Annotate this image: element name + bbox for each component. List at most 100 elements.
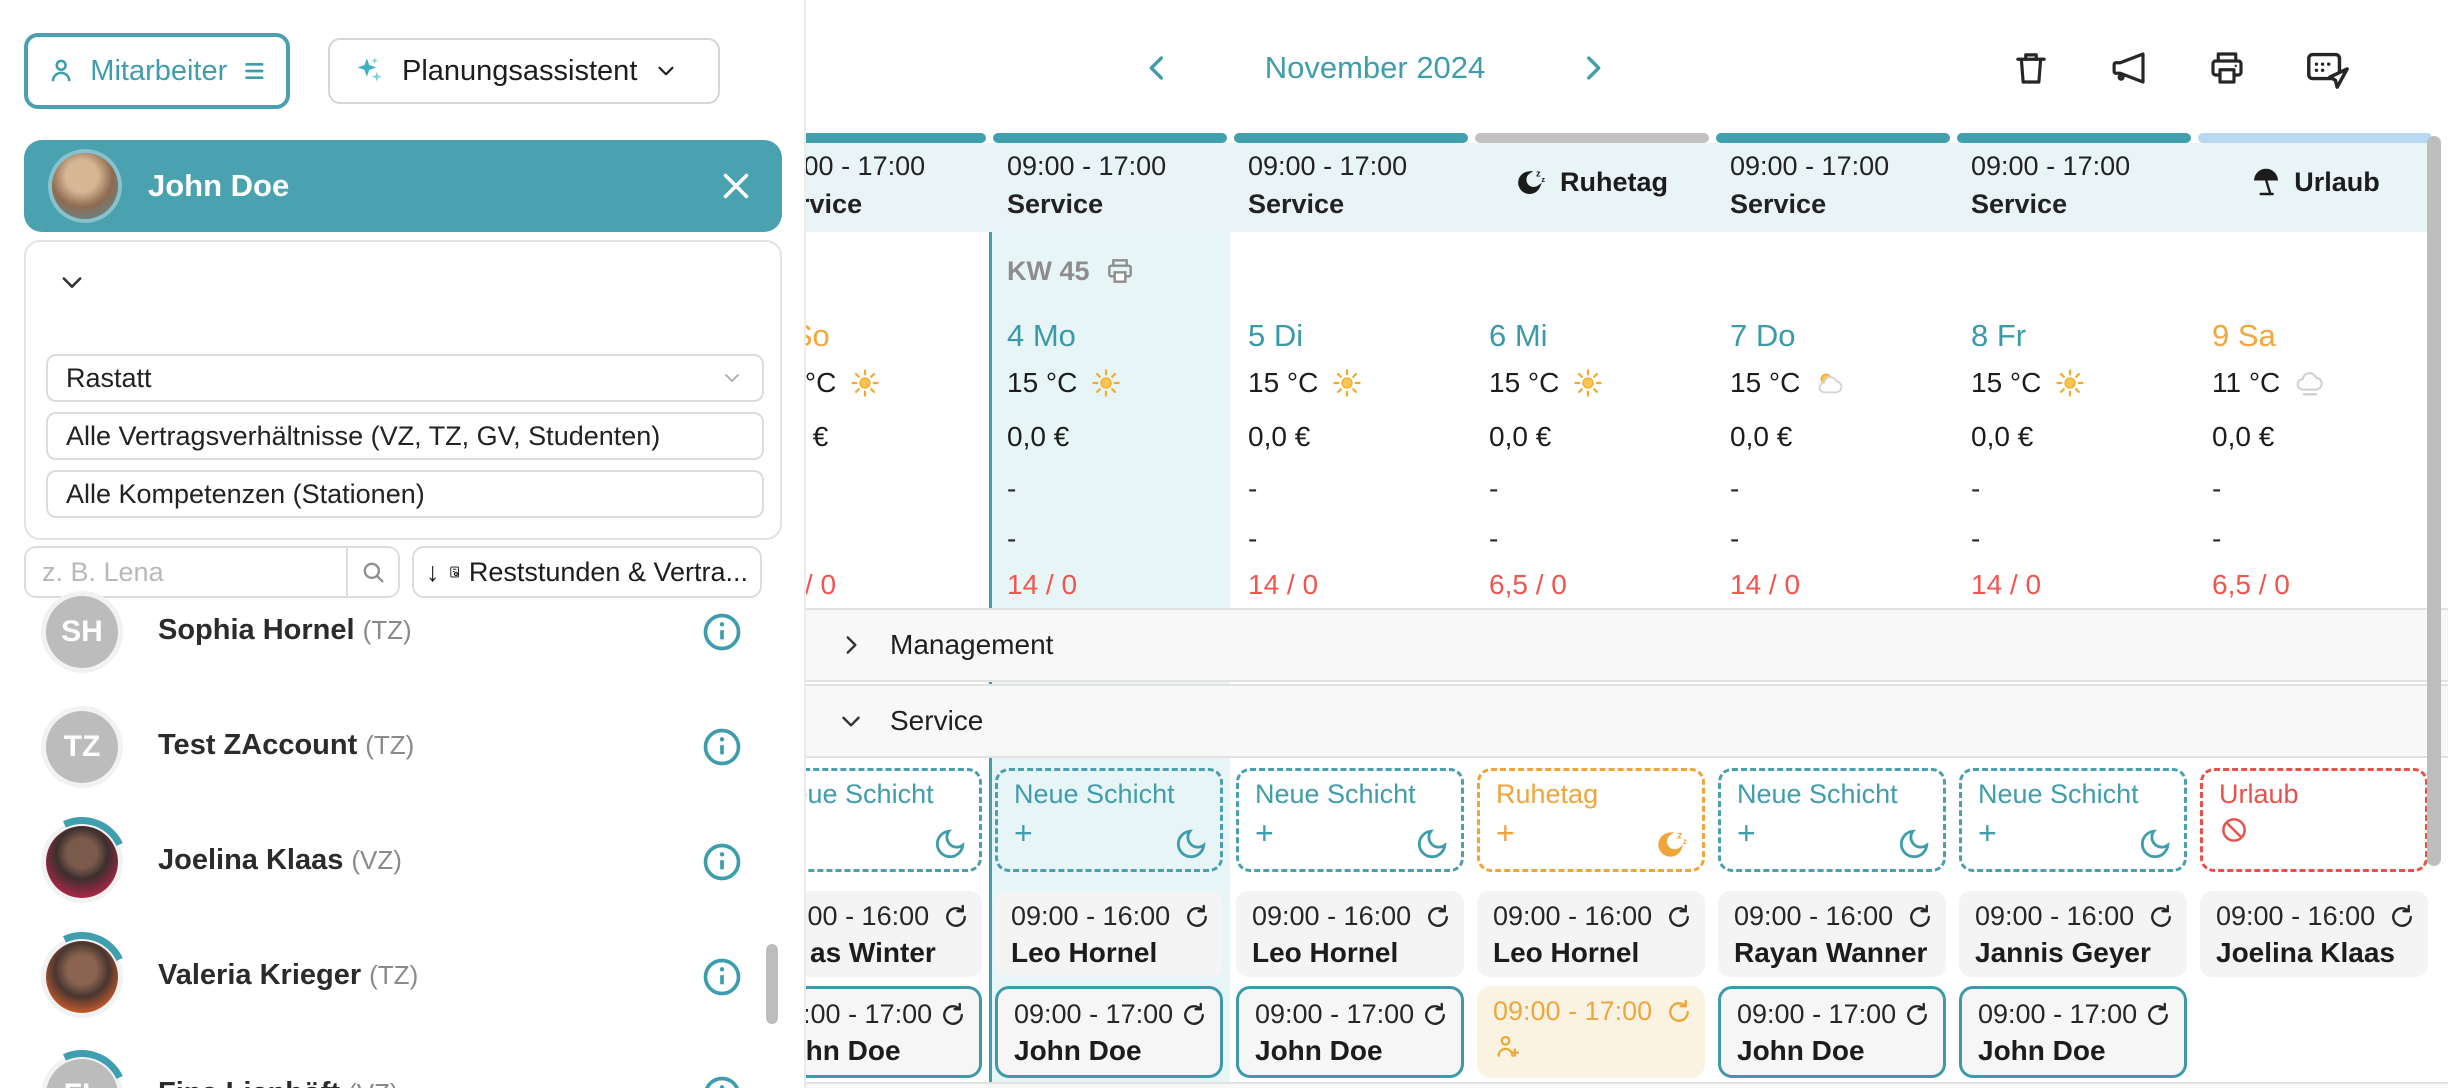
column-shift-label: Service [1248,189,1344,219]
chevron-right-icon [838,632,864,658]
rest-day-cell[interactable]: Ruhetag + zz [1477,768,1705,872]
section-label: Management [890,629,1053,661]
planning-assistant-button[interactable]: Planungsassistent [328,38,720,104]
contract-badge: (VZ) [351,845,402,875]
shift-cell[interactable]: 09:00 - 16:00 Rayan Wanner [1718,891,1946,977]
close-icon[interactable] [718,168,754,204]
day-metric-1: - [1007,473,1016,505]
employee-name[interactable]: Valeria Krieger(TZ) [158,959,418,992]
avatar: TZ [46,711,118,783]
day-hours-ratio: 14 / 0 [1248,569,1318,601]
column-shift-time: 09:00 - 17:00 [1007,151,1166,181]
info-icon[interactable] [700,1073,744,1088]
weather-partly-cloudy-icon [1814,367,1846,399]
moon-icon [2138,827,2172,861]
shift-cell-selected[interactable]: 09:00 - 17:00 John Doe [1718,986,1946,1078]
column-status-bar [993,133,1227,143]
employees-menu-label: Mitarbeiter [90,55,227,88]
clipboard-clock-icon [448,558,461,586]
new-shift-cell[interactable]: Neue Schicht + [1959,768,2187,872]
day-temperature: 15 °C [1971,367,2041,399]
employee-search [24,546,400,598]
info-icon[interactable] [700,725,744,769]
section-row-service[interactable]: Service [752,684,2448,758]
column-shift-label: Urlaub [2294,167,2380,198]
day-revenue: 0,0 € [1730,421,1792,453]
column-shift-time: 09:00 - 17:00 [1730,151,1889,181]
day-metric-1: - [1971,473,1980,505]
employees-menu-button[interactable]: Mitarbeiter [24,33,290,109]
shift-cell-selected[interactable]: 09:00 - 17:00 John Doe [1959,986,2187,1078]
week-number: KW 45 [1007,256,1090,287]
info-icon[interactable] [700,610,744,654]
repeat-icon [2144,1001,2172,1029]
column-status-bar [2198,133,2432,143]
employee-name[interactable]: Fina Lienhöft(VZ) [158,1077,399,1088]
employee-name[interactable]: Joelina Klaas(VZ) [158,844,402,877]
chevron-down-icon [720,366,744,390]
shift-cell-selected[interactable]: 09:00 - 17:00 John Doe [995,986,1223,1078]
repeat-icon [1906,903,1934,931]
printer-icon[interactable] [2206,47,2248,89]
weather-sun-icon [1332,368,1362,398]
sort-by-hours-button[interactable]: ↓ Reststunden & Vertra... [412,546,762,598]
column-status-bar [1234,133,1468,143]
shift-cell[interactable]: 09:00 - 16:00 Joelina Klaas [2200,891,2428,977]
previous-month-icon[interactable] [1140,51,1174,85]
trash-icon[interactable] [2010,47,2052,89]
new-shift-cell[interactable]: Neue Schicht + [1236,768,1464,872]
day-revenue: 0,0 € [1489,421,1551,453]
day-metric-2: - [2212,523,2221,555]
moon-zzz-icon: zz [1516,166,1548,198]
day-metric-2: - [1730,523,1739,555]
shift-planner-app: 09:00 - 17:00Service 3 So 15 °C 0,0 € - … [0,0,2448,1088]
contract-badge: (TZ) [363,615,412,645]
shift-cell[interactable]: 09:00 - 16:00 Leo Hornel [1236,891,1464,977]
collapse-chevron-icon[interactable] [58,268,86,296]
panel-scrollbar[interactable] [766,944,778,1024]
location-select[interactable]: Rastatt [46,354,764,402]
info-icon[interactable] [700,840,744,884]
repeat-icon [2147,903,2175,931]
day-hours-ratio: 6,5 / 0 [1489,569,1567,601]
svg-text:z: z [1541,175,1545,184]
shift-cell[interactable]: 09:00 - 16:00 Leo Hornel [995,891,1223,977]
day-metric-2: - [1007,523,1016,555]
section-row-management[interactable]: Management [752,608,2448,682]
day-hours-ratio: 14 / 0 [1730,569,1800,601]
day-label: 5 Di [1248,318,1303,354]
chevron-down-icon [653,58,679,84]
shift-cell-selected[interactable]: 09:00 - 17:00 John Doe [1236,986,1464,1078]
moon-icon [1415,827,1449,861]
employee-name[interactable]: Test ZAccount(TZ) [158,729,414,762]
column-shift-label: Ruhetag [1560,167,1668,198]
svg-text:z: z [1677,830,1682,841]
new-shift-cell[interactable]: Neue Schicht + [995,768,1223,872]
shift-cell-pending[interactable]: 09:00 - 17:00 [1477,986,1705,1078]
month-label: November 2024 [1265,50,1486,86]
shift-cell[interactable]: 09:00 - 16:00 Leo Hornel [1477,891,1705,977]
toolbar-right-icons [2010,42,2430,94]
print-week-icon[interactable] [1104,255,1136,287]
calendar-send-icon[interactable] [2304,45,2350,91]
month-navigation: November 2024 [1140,40,1610,96]
shift-cell[interactable]: 09:00 - 16:00 Jannis Geyer [1959,891,2187,977]
new-shift-cell[interactable]: Neue Schicht + [1718,768,1946,872]
day-metric-2: - [1971,523,1980,555]
calendar-vertical-scrollbar[interactable] [2427,136,2441,866]
vacation-cell[interactable]: Urlaub [2200,768,2428,872]
weather-sun-icon [2055,368,2085,398]
employee-name[interactable]: Sophia Hornel(TZ) [158,614,412,647]
planning-assistant-label: Planungsassistent [402,55,637,88]
assign-person-icon [1493,1032,1523,1062]
next-month-icon[interactable] [1576,51,1610,85]
info-icon[interactable] [700,955,744,999]
plus-icon: + [1255,815,1274,852]
search-input[interactable] [26,557,346,588]
column-status-bar [1475,133,1709,143]
contract-filter-select[interactable]: Alle Vertragsverhältnisse (VZ, TZ, GV, S… [46,412,764,460]
megaphone-icon[interactable] [2108,47,2150,89]
repeat-icon [942,903,970,931]
competence-filter-select[interactable]: Alle Kompetenzen (Stationen) [46,470,764,518]
search-icon[interactable] [346,548,398,596]
